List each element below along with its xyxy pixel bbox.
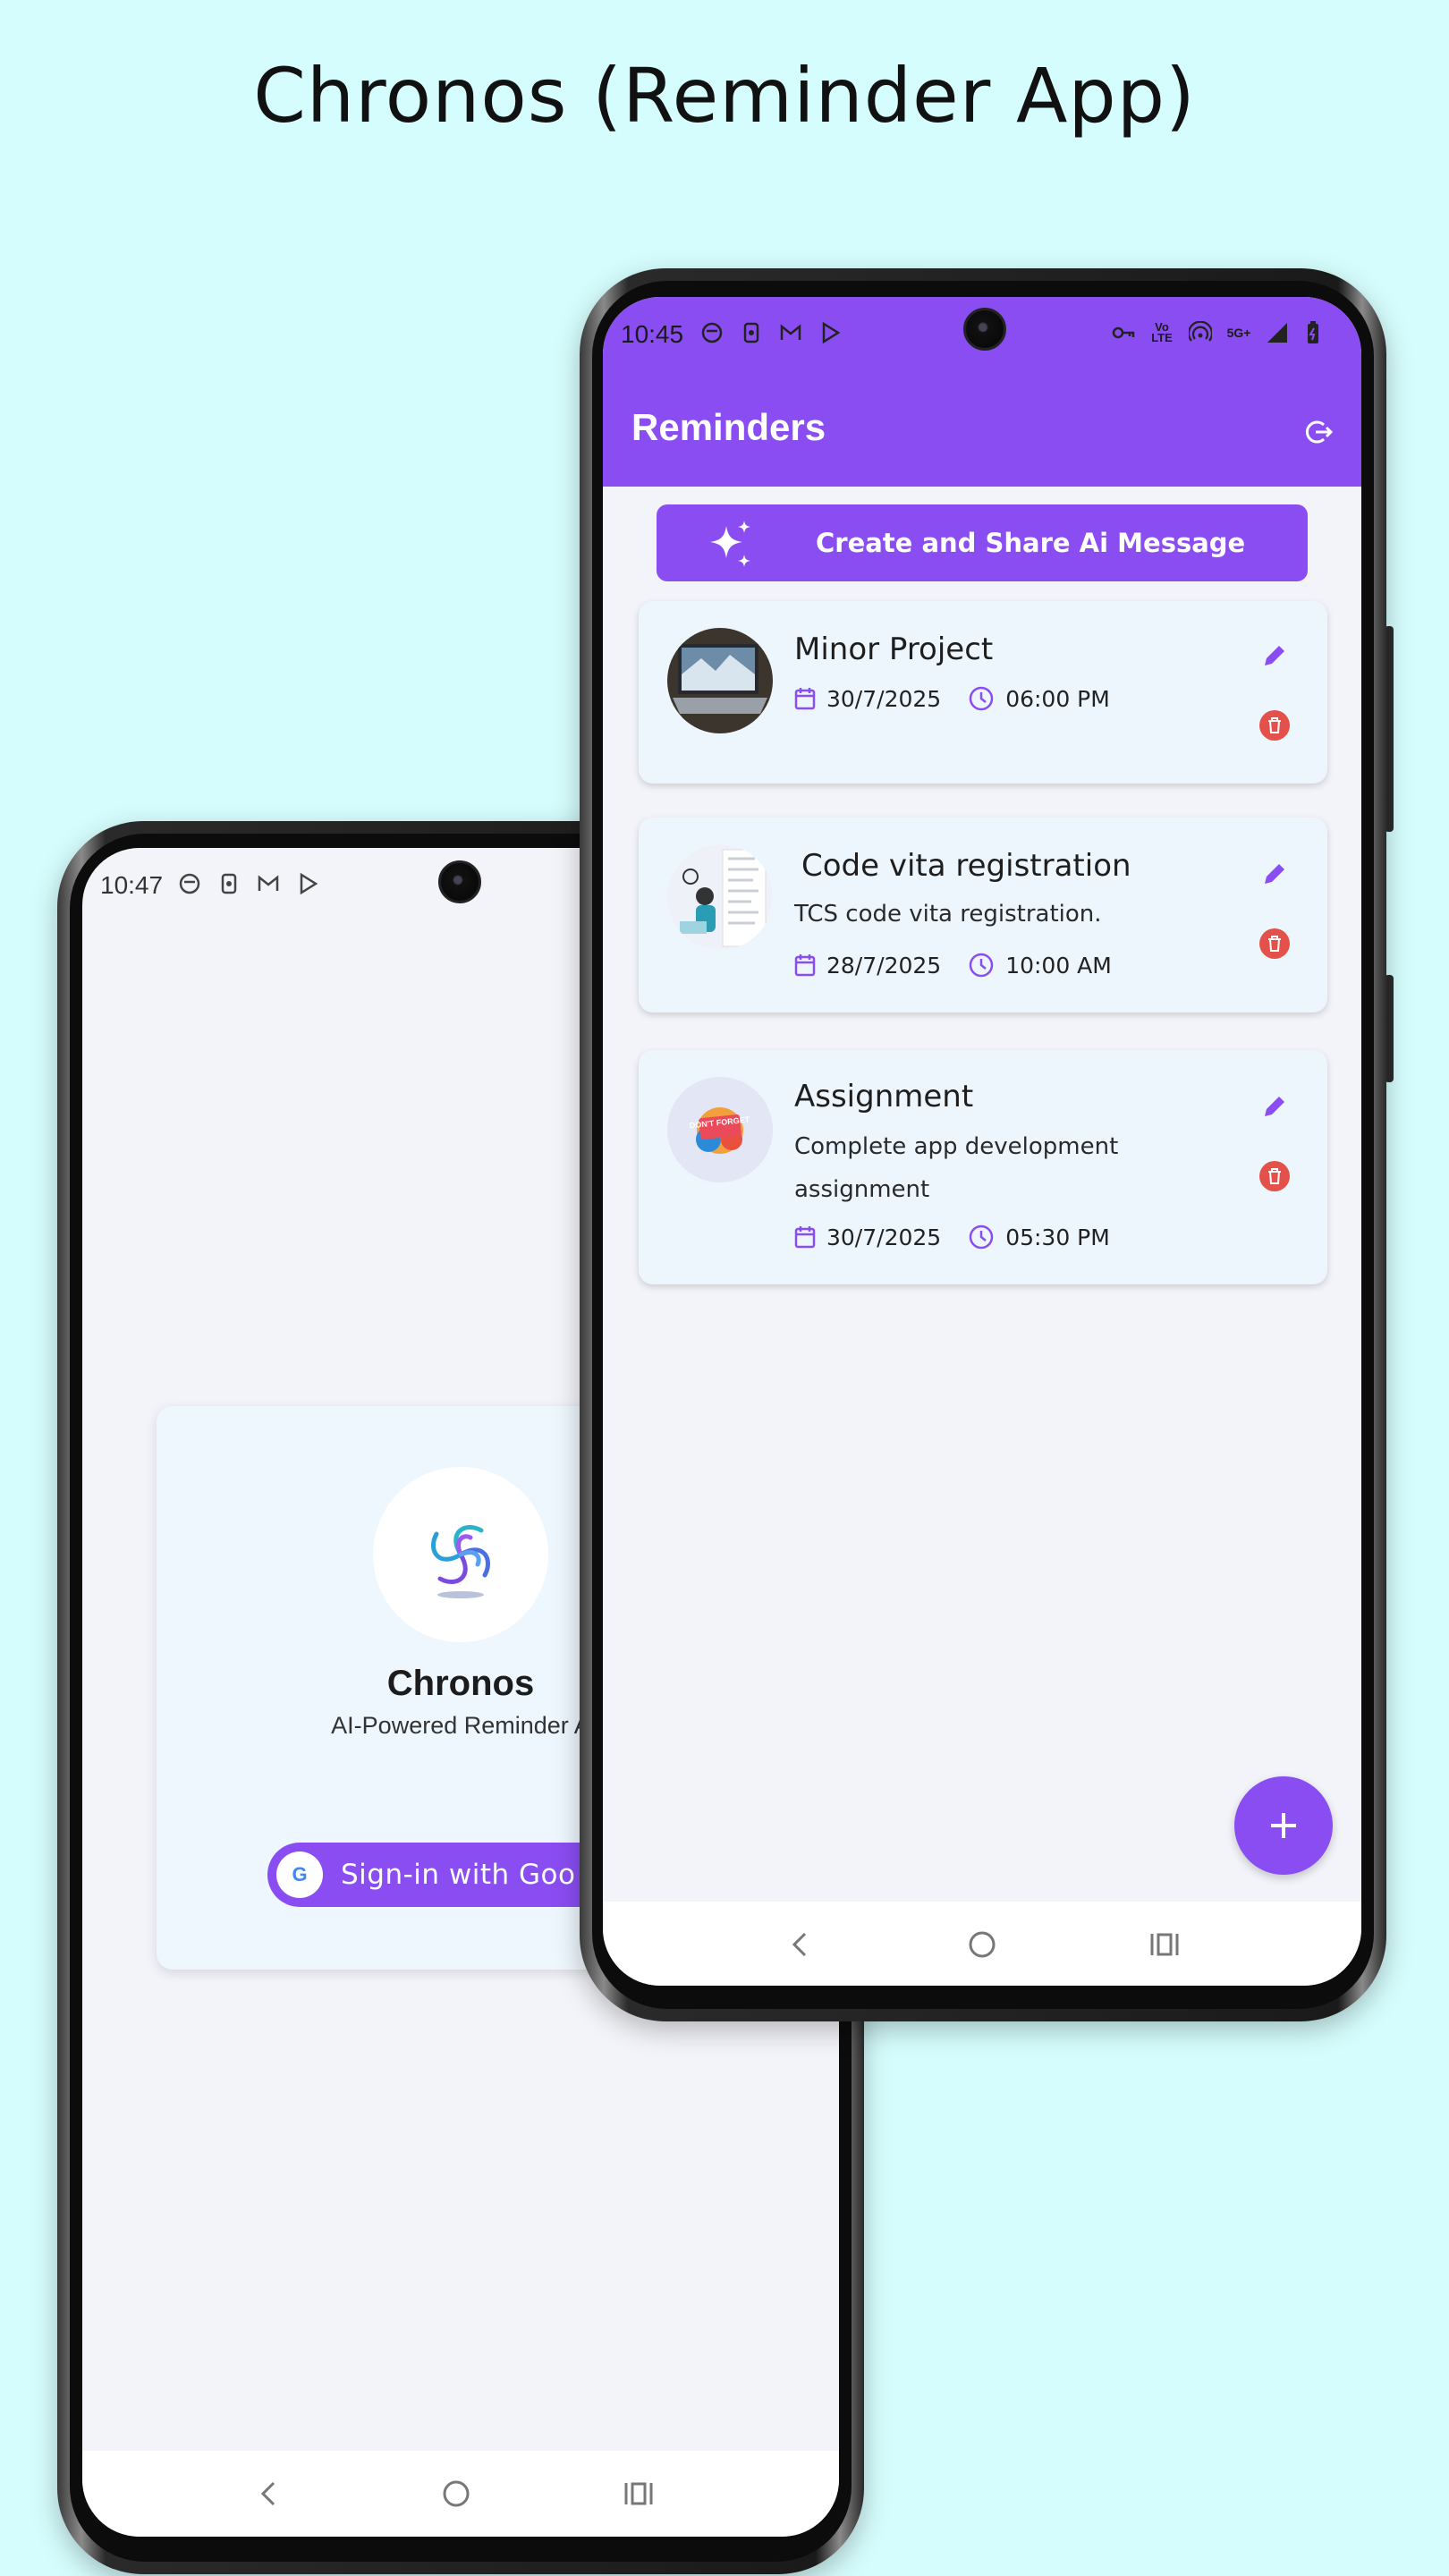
reminder-title: Minor Project (794, 631, 994, 667)
swirl-logo-icon (431, 1525, 490, 1598)
add-reminder-button[interactable] (1234, 1776, 1333, 1875)
google-icon: G (276, 1852, 323, 1898)
reminder-datetime: 30/7/2025 05:30 PM (794, 1224, 1110, 1250)
volte-icon: Vo LTE (1151, 320, 1173, 344)
calendar-icon (794, 954, 816, 977)
page-title: Reminders (631, 406, 826, 448)
status-time: 10:45 (621, 320, 684, 348)
app-bar: 10:45 Vo LTE 5G+ Reminders (603, 297, 1361, 487)
reminder-thumbnail: DON'T FORGET (667, 1077, 773, 1182)
gmail-icon (256, 871, 281, 896)
front-camera (438, 860, 481, 903)
ai-button-label: Create and Share Ai Message (816, 528, 1246, 558)
reminder-description: Complete app development assignment (794, 1133, 1119, 1203)
reminder-title: Assignment (794, 1079, 974, 1114)
navigation-bar (603, 1902, 1361, 1986)
clock-icon (969, 1224, 994, 1250)
front-camera (963, 308, 1006, 351)
phone-notification-icon (739, 320, 764, 345)
reminder-time: 06:00 PM (1005, 685, 1110, 712)
reminder-date: 28/7/2025 (826, 952, 942, 979)
login-card: Chronos AI-Powered Reminder A G Sign-in … (157, 1406, 679, 1970)
app-notification-icon (699, 320, 724, 345)
google-sign-in-label: Sign-in with Goo (341, 1859, 576, 1891)
reminder-card[interactable]: Minor Project 30/7/2025 06:00 PM (639, 601, 1327, 784)
play-store-icon (818, 320, 843, 345)
network-type-label: 5G+ (1226, 326, 1251, 340)
status-time: 10:47 (100, 871, 164, 899)
reminder-date: 30/7/2025 (826, 685, 942, 712)
reminders-screen: 10:45 Vo LTE 5G+ Reminders Create and Sh… (603, 297, 1361, 1986)
reminder-card[interactable]: DON'T FORGET Assignment Complete app dev… (639, 1050, 1327, 1284)
recents-nav-button[interactable] (1143, 1923, 1186, 1966)
home-nav-button[interactable] (435, 2472, 478, 2515)
hotspot-icon (1188, 320, 1213, 345)
play-store-icon (295, 871, 320, 896)
battery-icon (1301, 320, 1326, 345)
reminder-description: TCS code vita registration. (794, 901, 1102, 928)
recents-nav-button[interactable] (617, 2472, 660, 2515)
signal-icon (1265, 320, 1290, 345)
clock-icon (969, 953, 994, 978)
reminder-thumbnail (667, 628, 773, 733)
create-ai-message-button[interactable]: Create and Share Ai Message (657, 504, 1308, 581)
edit-icon[interactable] (1258, 639, 1292, 673)
vpn-key-icon (1111, 320, 1136, 345)
reminder-title: Code vita registration (801, 848, 1131, 884)
app-notification-icon (177, 871, 202, 896)
reminder-time: 10:00 AM (1005, 952, 1112, 979)
delete-icon[interactable] (1259, 1161, 1290, 1191)
chronos-logo (373, 1467, 548, 1642)
reminder-date: 30/7/2025 (826, 1224, 942, 1250)
logout-icon[interactable] (1304, 417, 1335, 447)
navigation-bar (82, 2451, 839, 2537)
reminder-time: 05:30 PM (1005, 1224, 1110, 1250)
home-nav-button[interactable] (961, 1923, 1004, 1966)
reminder-thumbnail (667, 844, 773, 950)
reminder-datetime: 28/7/2025 10:00 AM (794, 952, 1112, 979)
phone-notification-icon (216, 871, 242, 896)
page-headline: Chronos (Reminder App) (253, 52, 1196, 140)
delete-icon[interactable] (1259, 928, 1290, 959)
back-nav-button[interactable] (778, 1923, 821, 1966)
sparkle-icon (710, 521, 750, 567)
delete-icon[interactable] (1259, 710, 1290, 741)
edit-icon[interactable] (1258, 1089, 1292, 1123)
plus-icon (1271, 1813, 1296, 1838)
back-nav-button[interactable] (247, 2472, 290, 2515)
reminder-datetime: 30/7/2025 06:00 PM (794, 685, 1110, 712)
gmail-icon (778, 320, 803, 345)
calendar-icon (794, 688, 816, 710)
calendar-icon (794, 1226, 816, 1249)
clock-icon (969, 686, 994, 711)
edit-icon[interactable] (1258, 857, 1292, 891)
reminder-card[interactable]: Code vita registration TCS code vita reg… (639, 818, 1327, 1013)
